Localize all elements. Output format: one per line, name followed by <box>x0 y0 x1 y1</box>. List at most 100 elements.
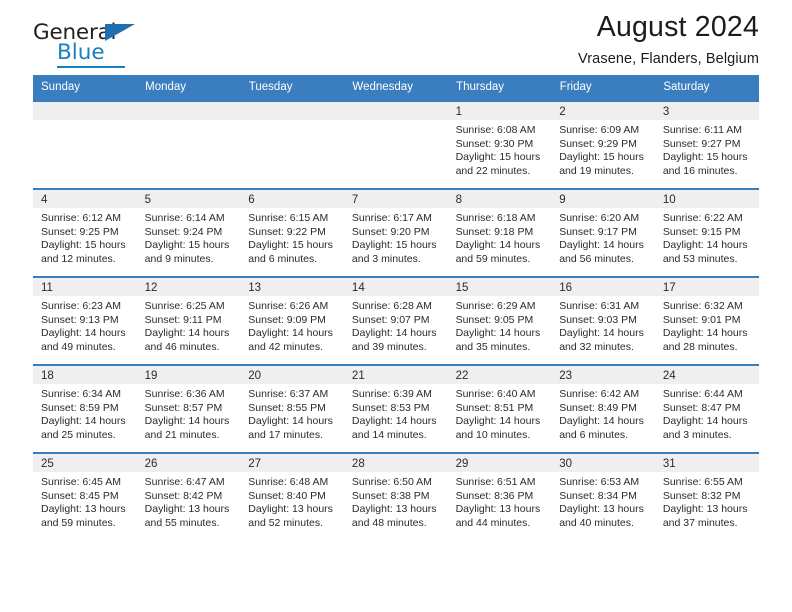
calendar-day-cell[interactable]: 25 Sunrise: 6:45 AM Sunset: 8:45 PM Dayligh… <box>33 452 137 541</box>
day-details: Sunrise: 6:20 AM Sunset: 9:17 PM Daylight:… <box>551 208 655 266</box>
day-number: 6 <box>240 190 344 208</box>
calendar-day-cell[interactable]: 7 Sunrise: 6:17 AM Sunset: 9:20 PM Daylight… <box>343 188 448 277</box>
sunset-text: Sunset: 9:27 PM <box>662 137 741 150</box>
daylight-text: Daylight: 15 hours and 22 minutes. <box>455 151 541 177</box>
daylight-text: Daylight: 14 hours and 35 minutes. <box>455 327 541 353</box>
day-details: Sunrise: 6:53 AM Sunset: 8:34 PM Daylight:… <box>551 472 655 530</box>
weekday-header-sunday: Sunday <box>33 75 138 101</box>
calendar-day-cell[interactable]: 30 Sunrise: 6:53 AM Sunset: 8:34 PM Dayligh… <box>551 452 655 541</box>
day-number: 19 <box>136 366 241 384</box>
sunrise-text: Sunrise: 6:26 AM <box>248 300 329 312</box>
calendar-day-cell[interactable]: 11 Sunrise: 6:23 AM Sunset: 9:13 PM Dayligh… <box>33 276 137 365</box>
sunset-text: Sunset: 8:59 PM <box>41 401 119 414</box>
sunrise-text: Sunrise: 6:39 AM <box>351 388 432 400</box>
calendar-day-cell[interactable]: 28 Sunrise: 6:50 AM Sunset: 8:38 PM Dayligh… <box>343 452 448 541</box>
calendar-day-cell[interactable]: 10 Sunrise: 6:22 AM Sunset: 9:15 PM Dayligh… <box>654 188 759 277</box>
calendar-day-cell[interactable]: 5 Sunrise: 6:14 AM Sunset: 9:24 PM Daylight… <box>136 188 241 277</box>
calendar-day-cell[interactable]: 6 Sunrise: 6:15 AM Sunset: 9:22 PM Daylight… <box>240 188 344 277</box>
day-number: 12 <box>136 278 241 296</box>
day-cell-inner: 4 Sunrise: 6:12 AM Sunset: 9:25 PM Daylight… <box>33 190 137 276</box>
daylight-text: Daylight: 14 hours and 39 minutes. <box>351 327 437 353</box>
sunset-text: Sunset: 9:25 PM <box>41 225 119 238</box>
calendar-day-cell[interactable]: 3 Sunrise: 6:11 AM Sunset: 9:27 PM Daylight… <box>654 100 759 189</box>
daylight-text: Daylight: 15 hours and 3 minutes. <box>351 239 437 265</box>
day-details: Sunrise: 6:29 AM Sunset: 9:05 PM Daylight:… <box>448 296 552 354</box>
calendar-day-cell[interactable]: 23 Sunrise: 6:42 AM Sunset: 8:49 PM Dayligh… <box>551 364 655 453</box>
daylight-text: Daylight: 15 hours and 19 minutes. <box>559 151 644 177</box>
calendar-day-cell[interactable]: 29 Sunrise: 6:51 AM Sunset: 8:36 PM Dayligh… <box>447 452 552 541</box>
day-details: Sunrise: 6:50 AM Sunset: 8:38 PM Daylight:… <box>344 472 448 530</box>
day-cell-inner: 30 Sunrise: 6:53 AM Sunset: 8:34 PM Dayligh… <box>551 454 655 541</box>
day-number: 24 <box>654 366 759 384</box>
sunset-text: Sunset: 8:32 PM <box>662 489 741 502</box>
calendar-week-row: 18 Sunrise: 6:34 AM Sunset: 8:59 PM Dayligh… <box>33 364 759 453</box>
daylight-text: Daylight: 13 hours and 55 minutes. <box>144 503 230 529</box>
calendar-day-cell[interactable]: 9 Sunrise: 6:20 AM Sunset: 9:17 PM Daylight… <box>551 188 655 277</box>
calendar-day-cell[interactable]: 13 Sunrise: 6:26 AM Sunset: 9:09 PM Dayligh… <box>240 276 344 365</box>
day-cell-inner: 14 Sunrise: 6:28 AM Sunset: 9:07 PM Dayligh… <box>343 278 448 364</box>
daylight-text: Daylight: 14 hours and 21 minutes. <box>144 415 230 441</box>
sunrise-text: Sunrise: 6:25 AM <box>144 300 225 312</box>
day-details: Sunrise: 6:55 AM Sunset: 8:32 PM Daylight:… <box>655 472 759 530</box>
daylight-text: Daylight: 14 hours and 53 minutes. <box>662 239 748 265</box>
calendar-day-cell[interactable]: 2 Sunrise: 6:09 AM Sunset: 9:29 PM Daylight… <box>551 100 655 189</box>
general-blue-logo[interactable]: General Blue <box>33 22 145 70</box>
page-title: August 2024 <box>596 11 759 43</box>
calendar-day-cell[interactable]: 24 Sunrise: 6:44 AM Sunset: 8:47 PM Dayligh… <box>654 364 759 453</box>
day-details: Sunrise: 6:51 AM Sunset: 8:36 PM Daylight:… <box>448 472 552 530</box>
calendar-week-row: 4 Sunrise: 6:12 AM Sunset: 9:25 PM Daylight… <box>33 188 759 277</box>
sunrise-text: Sunrise: 6:37 AM <box>248 388 329 400</box>
sunrise-text: Sunrise: 6:53 AM <box>559 476 640 488</box>
day-number: 31 <box>654 454 759 472</box>
logo-text-blue: Blue <box>57 40 105 65</box>
calendar-day-cell[interactable]: 17 Sunrise: 6:32 AM Sunset: 9:01 PM Dayligh… <box>654 276 759 365</box>
day-number <box>343 102 448 120</box>
calendar-day-cell[interactable] <box>240 100 344 189</box>
calendar-day-cell[interactable]: 16 Sunrise: 6:31 AM Sunset: 9:03 PM Dayligh… <box>551 276 655 365</box>
sunset-text: Sunset: 9:07 PM <box>351 313 430 326</box>
day-details: Sunrise: 6:28 AM Sunset: 9:07 PM Daylight:… <box>344 296 448 354</box>
calendar-day-cell[interactable] <box>343 100 448 189</box>
day-cell-inner <box>343 102 448 188</box>
daylight-text: Daylight: 13 hours and 40 minutes. <box>559 503 644 529</box>
sunset-text: Sunset: 9:01 PM <box>662 313 741 326</box>
calendar-day-cell[interactable]: 1 Sunrise: 6:08 AM Sunset: 9:30 PM Daylight… <box>447 100 552 189</box>
calendar-day-cell[interactable]: 22 Sunrise: 6:40 AM Sunset: 8:51 PM Dayligh… <box>447 364 552 453</box>
calendar-day-cell[interactable] <box>33 100 137 189</box>
day-number: 7 <box>343 190 448 208</box>
calendar-day-cell[interactable]: 27 Sunrise: 6:48 AM Sunset: 8:40 PM Dayligh… <box>240 452 344 541</box>
calendar-day-cell[interactable]: 18 Sunrise: 6:34 AM Sunset: 8:59 PM Dayligh… <box>33 364 137 453</box>
day-number: 3 <box>654 102 759 120</box>
day-number: 17 <box>654 278 759 296</box>
sunrise-text: Sunrise: 6:44 AM <box>662 388 743 400</box>
day-number <box>240 102 344 120</box>
calendar-day-cell[interactable]: 15 Sunrise: 6:29 AM Sunset: 9:05 PM Dayligh… <box>447 276 552 365</box>
sunrise-text: Sunrise: 6:22 AM <box>662 212 743 224</box>
calendar-day-cell[interactable]: 26 Sunrise: 6:47 AM Sunset: 8:42 PM Dayligh… <box>136 452 241 541</box>
calendar-day-cell[interactable]: 19 Sunrise: 6:36 AM Sunset: 8:57 PM Dayligh… <box>136 364 241 453</box>
daylight-text: Daylight: 13 hours and 59 minutes. <box>41 503 126 529</box>
day-details: Sunrise: 6:34 AM Sunset: 8:59 PM Daylight:… <box>33 384 137 442</box>
sunrise-text: Sunrise: 6:40 AM <box>455 388 536 400</box>
day-number <box>33 102 137 120</box>
calendar-day-cell[interactable]: 21 Sunrise: 6:39 AM Sunset: 8:53 PM Dayligh… <box>343 364 448 453</box>
sunrise-text: Sunrise: 6:36 AM <box>144 388 225 400</box>
daylight-text: Daylight: 14 hours and 56 minutes. <box>559 239 644 265</box>
sunset-text: Sunset: 8:49 PM <box>559 401 637 414</box>
daylight-text: Daylight: 14 hours and 59 minutes. <box>455 239 541 265</box>
calendar-day-cell[interactable]: 31 Sunrise: 6:55 AM Sunset: 8:32 PM Dayligh… <box>654 452 759 541</box>
calendar-day-cell[interactable]: 14 Sunrise: 6:28 AM Sunset: 9:07 PM Dayligh… <box>343 276 448 365</box>
sunset-text: Sunset: 9:17 PM <box>559 225 637 238</box>
daylight-text: Daylight: 14 hours and 6 minutes. <box>559 415 644 441</box>
day-number: 28 <box>343 454 448 472</box>
calendar-week-row: 1 Sunrise: 6:08 AM Sunset: 9:30 PM Daylight… <box>33 100 759 189</box>
calendar-day-cell[interactable] <box>136 100 241 189</box>
page-subtitle: Vrasene, Flanders, Belgium <box>578 50 759 67</box>
day-number: 23 <box>551 366 655 384</box>
calendar-day-cell[interactable]: 20 Sunrise: 6:37 AM Sunset: 8:55 PM Dayligh… <box>240 364 344 453</box>
calendar-day-cell[interactable]: 12 Sunrise: 6:25 AM Sunset: 9:11 PM Dayligh… <box>136 276 241 365</box>
calendar-day-cell[interactable]: 8 Sunrise: 6:18 AM Sunset: 9:18 PM Daylight… <box>447 188 552 277</box>
sunrise-text: Sunrise: 6:08 AM <box>455 124 536 136</box>
day-details: Sunrise: 6:15 AM Sunset: 9:22 PM Daylight:… <box>240 208 344 266</box>
calendar-day-cell[interactable]: 4 Sunrise: 6:12 AM Sunset: 9:25 PM Daylight… <box>33 188 137 277</box>
